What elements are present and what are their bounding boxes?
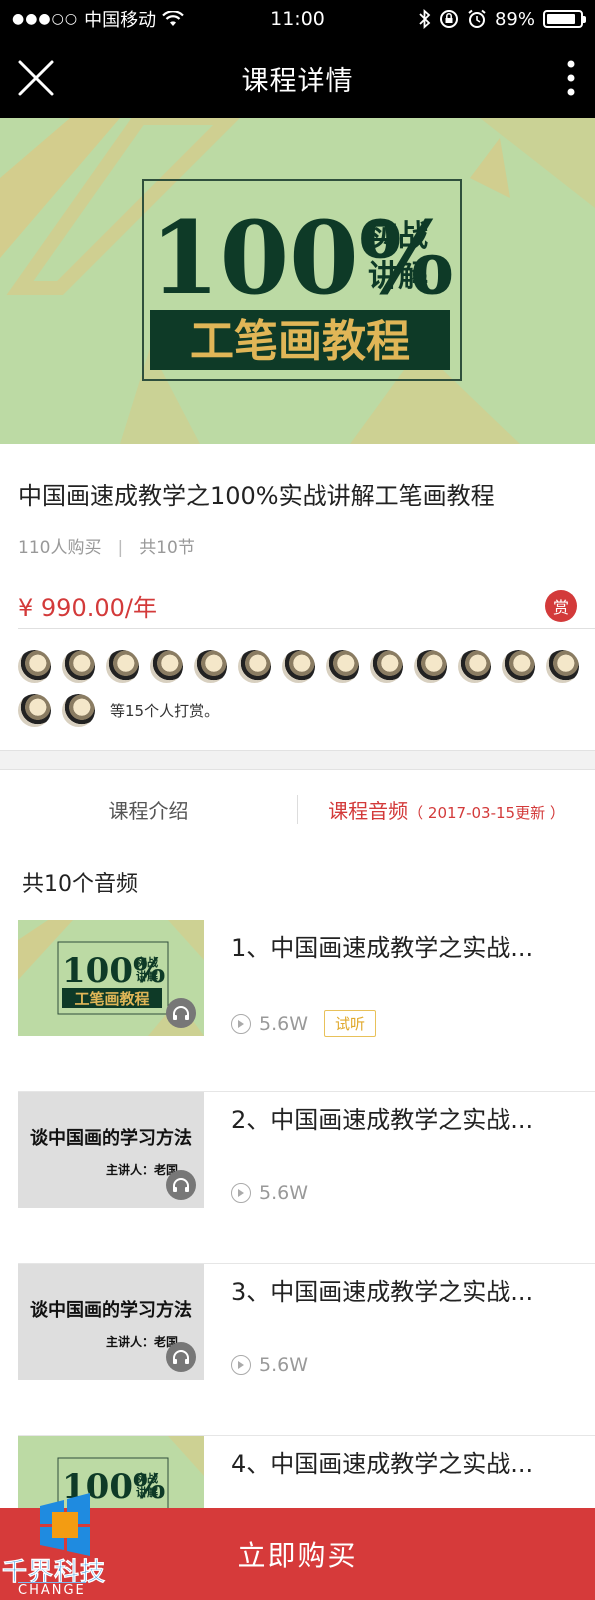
avatar[interactable] (18, 649, 51, 683)
reward-summary: 等15个人打赏。 (110, 701, 220, 720)
avatar[interactable] (546, 649, 579, 683)
page-title: 课程详情 (241, 65, 354, 97)
audio-title: 3、中国画速成教学之实战... (231, 1278, 534, 1306)
play-icon (231, 1355, 251, 1375)
avatar[interactable] (106, 649, 139, 683)
more-vertical-icon (567, 60, 575, 96)
avatar[interactable] (282, 649, 315, 683)
tab-audio-update: （ 2017-03-15更新 ） (408, 803, 565, 822)
banner-side-text-1: 实战 (368, 219, 428, 254)
signal-icon: ●●●○○ (12, 11, 79, 27)
battery-icon (543, 10, 586, 28)
audio-title: 2、中国画速成教学之实战... (231, 1106, 534, 1134)
headphones-icon (166, 1170, 196, 1200)
meta-separator: | (117, 538, 124, 558)
audio-plays: 5.6W (231, 1354, 308, 1376)
battery-percent: 89% (494, 8, 535, 30)
avatar[interactable] (238, 649, 271, 683)
battery-fill (547, 14, 576, 24)
play-count: 5.6W (259, 1354, 309, 1376)
more-button[interactable] (561, 56, 581, 100)
course-meta: 110人购买 | 共10节 (18, 533, 577, 558)
thumb-side-text-1: 实战 (136, 955, 158, 969)
audio-item[interactable]: 谈中国画的学习方法 主讲人：老国 3、中国画速成教学之实战... 5.6W (18, 1264, 595, 1436)
banner-side-text-2: 讲解 (368, 259, 428, 294)
audio-title: 4、中国画速成教学之实战... (231, 1450, 534, 1478)
alarm-icon (468, 9, 486, 28)
watermark-sub: CHANGE (18, 1582, 86, 1598)
audio-plays: 5.6W (231, 1182, 308, 1204)
avatar[interactable] (458, 649, 491, 683)
thumb-grey-line2: 主讲人：老国 (106, 1162, 178, 1177)
watermark-logo: 千界科技 CHANGE (0, 1488, 130, 1600)
tab-course-intro[interactable]: 课程介绍 (0, 795, 297, 824)
bluetooth-icon (419, 9, 431, 29)
divider (18, 628, 595, 629)
avatar[interactable] (18, 693, 51, 727)
orientation-lock-icon (439, 10, 458, 28)
audio-plays: 5.6W 试听 (231, 1010, 377, 1037)
thumb-box-text: 工笔画教程 (74, 990, 149, 1008)
thumb-grey-line2: 主讲人：老国 (106, 1334, 178, 1349)
course-banner: 100% 实战 讲解 工笔画教程 (0, 118, 595, 444)
banner-box-text: 工笔画教程 (190, 316, 410, 367)
play-icon (231, 1183, 251, 1203)
avatar[interactable] (62, 649, 95, 683)
section-gap (0, 750, 595, 770)
carrier-label: 中国移动 (84, 10, 157, 31)
close-button[interactable] (14, 56, 58, 100)
audio-thumbnail: 谈中国画的学习方法 主讲人：老国 (18, 1264, 204, 1380)
audio-item[interactable]: 100% 实战 讲解 工笔画教程 1、中国画速成教学之实战... 5.6W 试听 (18, 920, 595, 1092)
avatar[interactable] (326, 649, 359, 683)
thumb-grey-line1: 谈中国画的学习方法 (30, 1127, 192, 1149)
play-count: 5.6W (259, 1012, 309, 1035)
avatar[interactable] (62, 693, 95, 727)
avatar[interactable] (370, 649, 403, 683)
headphones-icon (166, 1342, 196, 1372)
nav-bar: 课程详情 (0, 38, 595, 118)
thumb-grey-line1: 谈中国画的学习方法 (30, 1299, 192, 1321)
trial-badge: 试听 (324, 1010, 377, 1037)
course-info: 中国画速成教学之100%实战讲解工笔画教程 110人购买 | 共10节 ¥ 990.… (0, 444, 595, 623)
tab-audio-label: 课程音频 (328, 798, 409, 823)
audio-count-title: 共10个音频 (22, 872, 138, 897)
avatar[interactable] (414, 649, 447, 683)
course-price: ¥ 990.00/年 (18, 594, 157, 622)
buyer-count: 110人购买 (18, 538, 102, 558)
headphones-icon (166, 998, 196, 1028)
banner-art: 100% 实战 讲解 工笔画教程 (0, 118, 595, 444)
status-bar: ●●●○○ 中国移动 11:00 89% (0, 0, 595, 38)
lesson-count: 共10节 (139, 538, 195, 558)
wifi-icon (162, 11, 184, 26)
course-title: 中国画速成教学之100%实战讲解工笔画教程 (18, 482, 495, 510)
thumb-side-text-2: 讲解 (136, 969, 158, 983)
thumb-side-text-2: 讲解 (136, 1485, 158, 1499)
close-icon (18, 60, 54, 96)
audio-thumbnail: 100% 实战 讲解 工笔画教程 (18, 920, 204, 1036)
course-tabs: 课程介绍 课程音频（ 2017-03-15更新 ） (0, 772, 595, 846)
thumb-side-text-1: 实战 (136, 1471, 158, 1485)
tab-course-audio[interactable]: 课程音频（ 2017-03-15更新 ） (297, 794, 595, 824)
reward-avatars: 等15个人打赏。 (18, 648, 583, 736)
avatar[interactable] (150, 649, 183, 683)
reward-button[interactable]: 赏 (545, 589, 577, 622)
buy-now-label: 立即购买 (237, 1539, 358, 1572)
audio-list: 100% 实战 讲解 工笔画教程 1、中国画速成教学之实战... 5.6W 试听… (18, 920, 595, 1526)
audio-item[interactable]: 谈中国画的学习方法 主讲人：老国 2、中国画速成教学之实战... 5.6W (18, 1092, 595, 1264)
banner-big-text: 100% (150, 199, 454, 317)
audio-title: 1、中国画速成教学之实战... (231, 934, 534, 962)
avatar[interactable] (194, 649, 227, 683)
audio-thumbnail: 谈中国画的学习方法 主讲人：老国 (18, 1092, 204, 1208)
play-icon (231, 1013, 251, 1034)
play-count: 5.6W (259, 1182, 309, 1204)
avatar[interactable] (502, 649, 535, 683)
windows-logo-icon (40, 1493, 90, 1556)
